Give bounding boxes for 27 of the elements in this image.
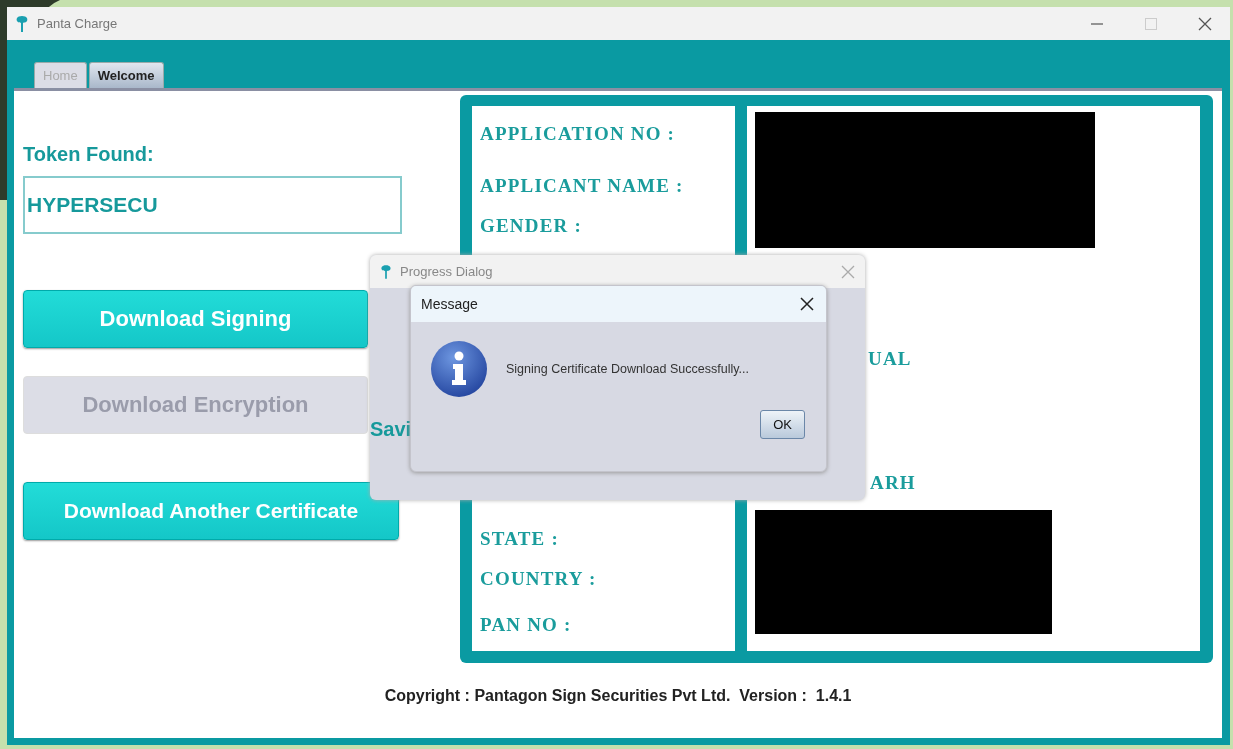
- progress-status-text: Savi: [370, 418, 412, 440]
- app-logo-icon: [380, 263, 392, 280]
- info-icon: [430, 340, 488, 398]
- field-label: STATE :: [480, 527, 560, 551]
- dialog-title: Progress Dialog: [400, 264, 493, 279]
- field-label: APPLICATION NO :: [480, 122, 677, 146]
- field-label: APPLICANT NAME :: [480, 174, 685, 198]
- tab[interactable]: Welcome: [88, 62, 164, 88]
- token-label: Token Found:: [23, 143, 154, 166]
- download-button[interactable]: Download Another Certificate: [23, 482, 399, 540]
- field-value: ARH: [869, 472, 916, 494]
- token-field[interactable]: HYPERSECU: [23, 176, 402, 234]
- field-label: GENDER :: [480, 214, 583, 238]
- ok-button[interactable]: OK: [760, 410, 805, 439]
- tab[interactable]: Home: [34, 62, 87, 88]
- window-title: Panta Charge: [37, 16, 118, 31]
- maximize-icon: [1144, 16, 1158, 31]
- download-button[interactable]: Download Signing: [23, 290, 368, 348]
- copyright-text: Copyright : Pantagon Sign Securities Pvt Ltd. Version : 1.4.1: [383, 687, 853, 705]
- message-text: Signing Certificate Download Successfully...: [506, 362, 749, 376]
- app-logo-icon: [15, 14, 29, 33]
- field-label: PAN NO :: [480, 613, 573, 637]
- field-label: COUNTRY :: [480, 567, 598, 591]
- field-value: UAL: [867, 348, 912, 370]
- dialog-title: Message: [421, 296, 478, 312]
- close-icon[interactable]: [1198, 16, 1212, 31]
- close-icon[interactable]: [800, 297, 814, 311]
